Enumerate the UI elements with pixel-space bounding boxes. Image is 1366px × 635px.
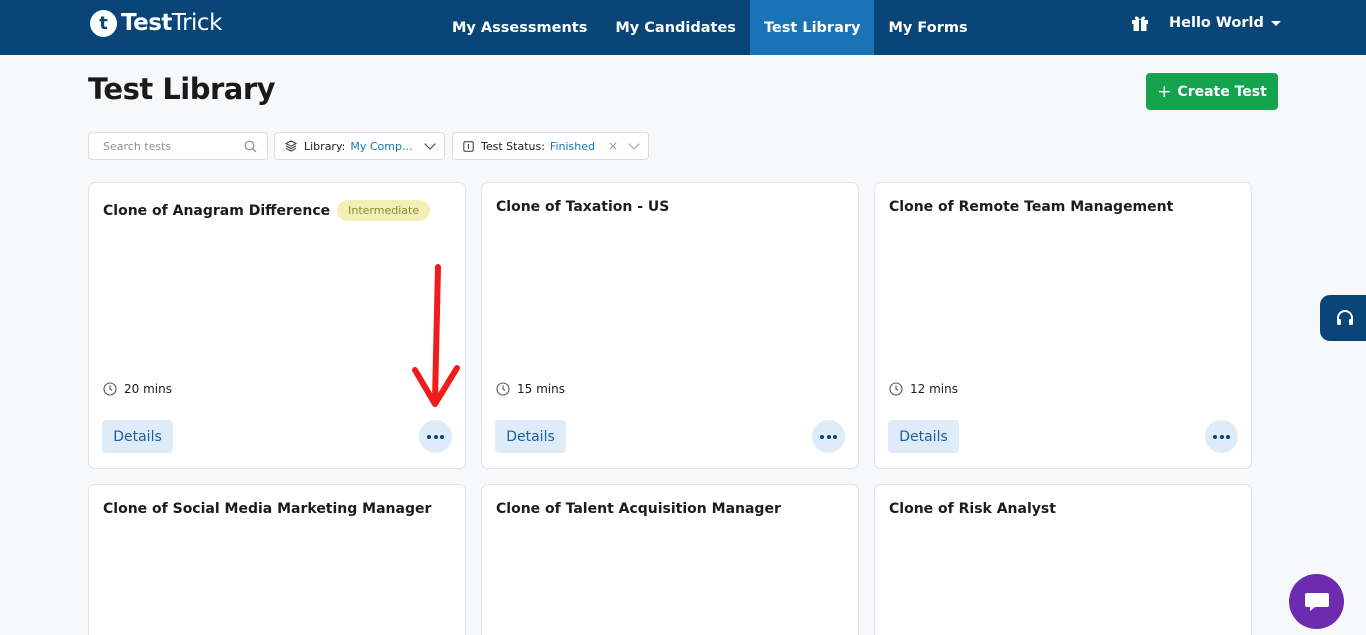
test-card-title: Clone of Risk Analyst (889, 501, 1056, 517)
test-title-text: Clone of Risk Analyst (889, 501, 1056, 517)
create-test-label: Create Test (1177, 83, 1267, 100)
logo-text-light: Trick (171, 10, 222, 36)
test-card-title: Clone of Remote Team Management (889, 199, 1173, 215)
search-icon[interactable] (244, 140, 257, 153)
dot (1213, 434, 1218, 439)
top-navbar: t TestTrick My Assessments My Candidates… (0, 0, 1366, 55)
logo-badge: t (90, 9, 117, 37)
dot (427, 434, 432, 439)
test-title-text: Clone of Taxation - US (496, 199, 670, 215)
square-icon (463, 140, 474, 152)
test-duration: 12 mins (889, 382, 958, 396)
caret-down-icon (1270, 20, 1281, 26)
status-filter-dropdown[interactable]: Test Status: Finished × (452, 132, 649, 160)
status-filter-value: Finished (549, 139, 595, 153)
dot (433, 434, 438, 439)
duration-text: 15 mins (517, 382, 565, 396)
nav-my-candidates[interactable]: My Candidates (601, 0, 750, 55)
test-title-text: Clone of Remote Team Management (889, 199, 1174, 215)
dot (1219, 434, 1224, 439)
details-button[interactable]: Details (888, 420, 959, 453)
test-card-title: Clone of Taxation - US (496, 199, 669, 215)
support-tab[interactable] (1320, 295, 1366, 341)
search-box (88, 132, 268, 160)
chevron-down-icon (628, 138, 640, 150)
dot (1225, 434, 1230, 439)
test-card[interactable]: Clone of Taxation - US 15 mins Details (481, 182, 859, 469)
dot (439, 434, 444, 439)
logo-text-bold: Test (121, 10, 172, 36)
chat-launcher[interactable] (1289, 574, 1344, 629)
test-card[interactable]: Clone of Remote Team Management 12 mins … (874, 182, 1252, 469)
gift-icon[interactable] (1130, 13, 1150, 33)
details-button[interactable]: Details (495, 420, 566, 453)
library-filter-value: My Comp... (350, 139, 413, 153)
nav-links: My Assessments My Candidates Test Librar… (438, 0, 982, 55)
dot (832, 434, 837, 439)
user-name: Hello World (1169, 15, 1264, 31)
test-title-text: Clone of Anagram Difference (103, 202, 331, 219)
clock-icon (103, 382, 117, 396)
details-button[interactable]: Details (102, 420, 173, 453)
more-options-button[interactable] (419, 420, 452, 453)
nav-my-forms[interactable]: My Forms (874, 0, 981, 55)
layers-icon (285, 140, 297, 152)
clock-icon (889, 382, 903, 396)
test-duration: 20 mins (103, 382, 172, 396)
test-title-text: Clone of Social Media Marketing Manager (103, 501, 432, 517)
dot (820, 434, 825, 439)
chat-bubble-icon (1304, 592, 1329, 611)
duration-text: 20 mins (124, 382, 172, 396)
difficulty-badge: Intermediate (337, 200, 431, 221)
search-input[interactable] (103, 139, 244, 153)
status-filter-label: Test Status: (481, 139, 545, 153)
more-options-button[interactable] (812, 420, 845, 453)
test-title-text: Clone of Talent Acquisition Manager (496, 501, 781, 517)
clear-filter-icon[interactable]: × (608, 139, 618, 153)
plus-icon: + (1157, 81, 1172, 102)
dot (826, 434, 831, 439)
test-card-title: Clone of Anagram Difference Intermediate (103, 200, 431, 221)
test-card-title: Clone of Social Media Marketing Manager (103, 501, 431, 517)
test-card[interactable]: Clone of Risk Analyst (874, 484, 1252, 635)
test-card[interactable]: Clone of Social Media Marketing Manager (88, 484, 466, 635)
chevron-down-icon (424, 138, 436, 150)
testtrick-logo[interactable]: t TestTrick (90, 9, 222, 37)
test-duration: 15 mins (496, 382, 565, 396)
library-filter-dropdown[interactable]: Library: My Comp... (274, 132, 445, 160)
test-card[interactable]: Clone of Talent Acquisition Manager (481, 484, 859, 635)
headset-icon (1337, 310, 1353, 325)
logo-text: TestTrick (121, 10, 222, 36)
test-card-title: Clone of Talent Acquisition Manager (496, 501, 781, 517)
nav-my-assessments[interactable]: My Assessments (438, 0, 601, 55)
annotation-arrow (412, 264, 460, 407)
clock-icon (496, 382, 510, 396)
duration-text: 12 mins (910, 382, 958, 396)
create-test-button[interactable]: + Create Test (1146, 73, 1278, 110)
page-title: Test Library (88, 72, 276, 106)
nav-test-library[interactable]: Test Library (749, 0, 875, 55)
more-options-button[interactable] (1205, 420, 1238, 453)
library-filter-label: Library: (304, 139, 346, 153)
user-menu[interactable]: Hello World (1169, 13, 1281, 33)
